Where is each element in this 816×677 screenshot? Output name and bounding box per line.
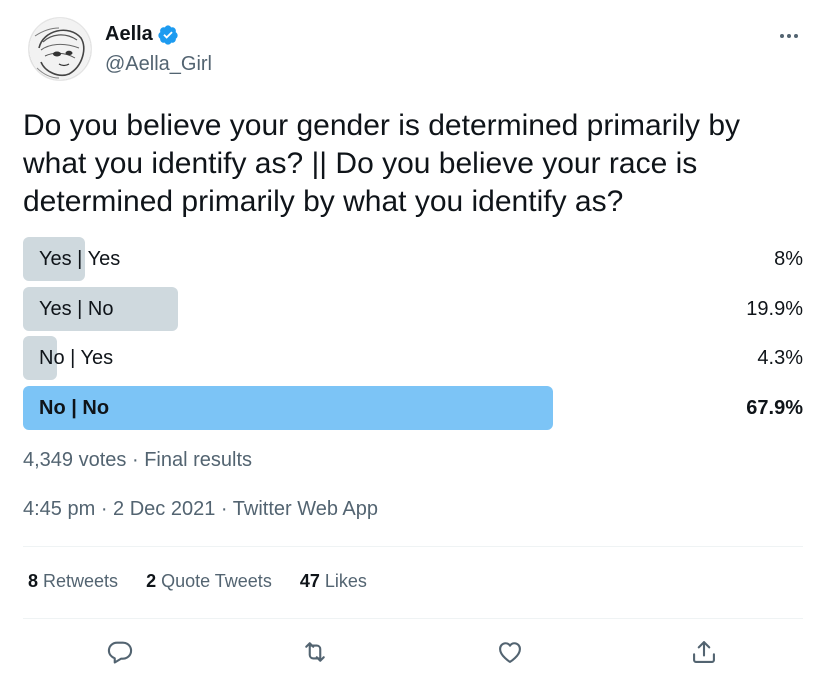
poll-option-label: Yes | Yes [39,248,121,270]
tweet-time[interactable]: 4:45 pm [23,498,95,520]
quote-tweets-stat[interactable]: 2 Quote Tweets [146,571,272,592]
share-icon[interactable] [686,634,722,670]
tweet-date[interactable]: 2 Dec 2021 [113,498,215,520]
retweet-icon[interactable] [297,634,333,670]
poll-option-percent: 19.9% [746,297,803,320]
divider [23,618,803,619]
poll-option-no-yes: No | Yes 4.3% [23,336,803,380]
reply-icon[interactable] [102,634,138,670]
poll-meta: 4,349 votes · Final results [23,449,252,472]
more-horizontal-icon[interactable] [775,22,803,50]
poll-option-no-no: No | No 67.9% [23,385,803,430]
divider [23,546,803,547]
quote-tweets-label: Quote Tweets [156,571,272,591]
tweet-timestamp: 4:45 pm · 2 Dec 2021 · Twitter Web App [23,498,378,521]
poll-option-percent: 8% [774,248,803,270]
poll-option-label: No | Yes [39,347,114,369]
tweet-source[interactable]: Twitter Web App [233,498,378,520]
poll-option-percent: 4.3% [757,347,803,369]
poll-option-yes-no: Yes | No 19.9% [23,286,803,331]
retweets-label: Retweets [38,571,119,591]
poll-option-label: No | No [39,396,110,419]
quote-tweets-count: 2 [146,571,157,591]
verified-badge-icon [158,24,178,45]
poll-meta-separator: · [126,449,145,471]
retweets-stat[interactable]: 8 Retweets [28,571,118,592]
author-display-name[interactable]: Aella [105,23,153,46]
avatar-sketch-image [29,18,91,80]
poll-option-yes-yes: Yes | Yes 8% [23,237,803,281]
author-name-row: Aella [105,23,179,46]
tweet-actions [23,632,803,672]
retweets-count: 8 [28,571,39,591]
avatar[interactable] [28,17,92,81]
likes-stat[interactable]: 47 Likes [300,571,367,592]
poll: Yes | Yes 8% Yes | No 19.9% No | Yes 4.3… [23,237,803,435]
likes-label: Likes [319,571,367,591]
poll-status: Final results [144,449,253,471]
tweet-text: Do you believe your gender is determined… [23,109,741,218]
author-handle[interactable]: @Aella_Girl [105,53,212,76]
timestamp-separator: · [95,498,114,520]
poll-option-percent: 67.9% [746,396,803,419]
tweet-header: Aella @Aella_Girl [23,16,803,86]
heart-icon[interactable] [492,634,528,670]
poll-vote-count: 4,349 votes [23,449,127,471]
likes-count: 47 [299,571,320,591]
tweet-stats: 8 Retweets 2 Quote Tweets 47 Likes [28,571,395,592]
poll-option-label: Yes | No [39,297,114,320]
timestamp-separator: · [215,498,233,520]
